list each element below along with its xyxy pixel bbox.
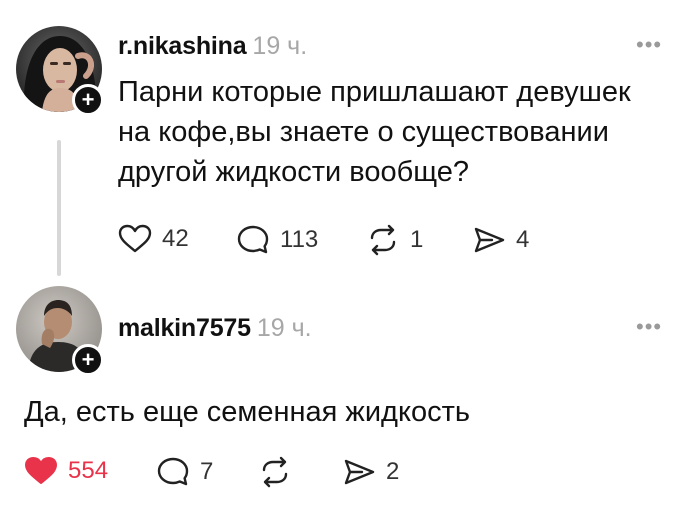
send-icon: [344, 459, 375, 485]
post-text-line: на кофе,вы знаете о существовании: [118, 116, 609, 148]
comment-icon: [237, 225, 269, 254]
post-header: malkin7575 19 ч.: [118, 314, 312, 343]
repost-icon: [370, 224, 396, 256]
comment-button[interactable]: 7: [156, 456, 213, 488]
send-icon: [474, 227, 505, 253]
post-text: Парни которые пришлашают девушек на кофе…: [118, 72, 678, 192]
comment-icon: [157, 457, 189, 486]
heart-filled-icon: [25, 457, 57, 484]
post-text-line: другой жидкости вообще?: [118, 156, 469, 188]
post-text: Да, есть еще семенная жидкость: [24, 396, 470, 428]
comment-button[interactable]: 113: [236, 224, 318, 256]
heart-icon: [118, 224, 152, 253]
share-button[interactable]: 4: [472, 224, 529, 256]
share-count: 2: [386, 458, 400, 485]
post-text-line: Парни которые пришлашают девушек: [118, 76, 631, 108]
repost-count: 1: [410, 226, 424, 253]
repost-button[interactable]: [258, 456, 302, 488]
follow-button[interactable]: +: [72, 344, 104, 376]
like-count: 554: [68, 457, 109, 484]
share-button[interactable]: 2: [342, 456, 399, 488]
like-button[interactable]: 554: [24, 456, 108, 486]
timestamp: 19 ч.: [256, 314, 312, 342]
username[interactable]: r.nikashina: [118, 32, 247, 60]
share-count: 4: [516, 226, 530, 253]
repost-button[interactable]: 1: [366, 224, 423, 256]
repost-icon: [262, 456, 288, 488]
more-options-button[interactable]: •••: [636, 32, 662, 58]
more-options-button[interactable]: •••: [636, 314, 662, 340]
like-count: 42: [162, 225, 189, 252]
username[interactable]: malkin7575: [118, 314, 251, 342]
timestamp: 19 ч.: [252, 32, 308, 60]
thread-line: [57, 140, 61, 276]
post-header: r.nikashina 19 ч.: [118, 32, 307, 61]
like-button[interactable]: 42: [118, 224, 189, 254]
comment-count: 113: [280, 226, 319, 253]
follow-button[interactable]: +: [72, 84, 104, 116]
comment-count: 7: [200, 458, 214, 485]
